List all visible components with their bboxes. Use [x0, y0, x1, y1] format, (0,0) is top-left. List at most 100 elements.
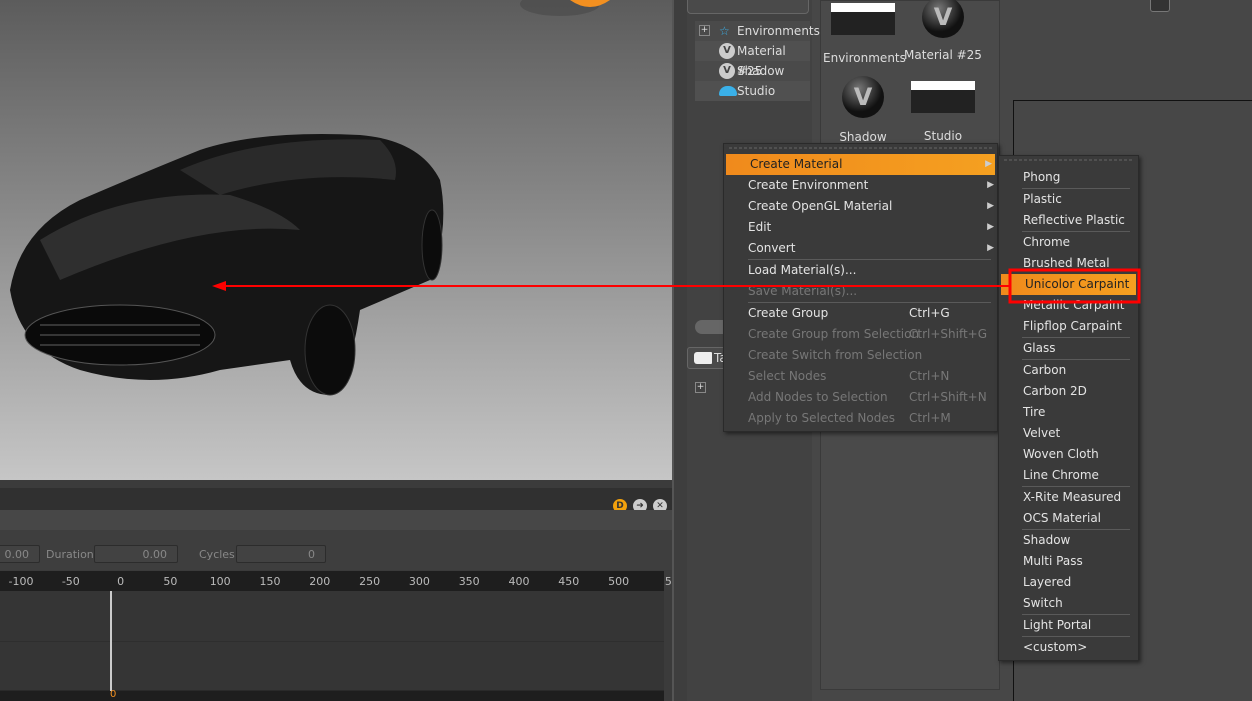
material-v-icon: V — [719, 63, 735, 79]
submenu-item-carbon[interactable]: Carbon — [999, 360, 1138, 381]
submenu-item-layered[interactable]: Layered — [999, 572, 1138, 593]
timeline-tracks[interactable] — [0, 591, 664, 691]
menu-item-label: Select Nodes — [748, 369, 827, 383]
ruler-tick-label: 250 — [359, 575, 381, 588]
menu-item-label: Glass — [1023, 341, 1056, 355]
menu-item-label: Create Environment — [748, 178, 869, 192]
tab-tags[interactable]: Ta — [687, 347, 727, 369]
menu-item-edit[interactable]: Edit ▶ — [724, 217, 997, 238]
search-input[interactable] — [687, 0, 809, 14]
time-cursor[interactable] — [110, 591, 112, 691]
submenu-item-velvet[interactable]: Velvet — [999, 423, 1138, 444]
menu-item-label: Convert — [748, 241, 796, 255]
menu-item-label: Save Material(s)... — [748, 284, 858, 298]
menu-item-convert[interactable]: Convert ▶ — [724, 238, 997, 259]
duration-field[interactable]: 0.00 — [94, 545, 178, 563]
menu-item-label: X-Rite Measured — [1023, 490, 1122, 504]
submenu-item-ocs-material[interactable]: OCS Material — [999, 508, 1138, 529]
material-ball-icon: V — [842, 76, 884, 118]
menu-item-label: Create Group — [748, 306, 829, 320]
submenu-item-unicolor-carpaint[interactable]: Unicolor Carpaint — [1001, 274, 1136, 295]
menu-item-create-environment[interactable]: Create Environment ▶ — [724, 175, 997, 196]
submenu-item-carbon-2d[interactable]: Carbon 2D — [999, 381, 1138, 402]
ruler-tick-label: 400 — [508, 575, 530, 588]
submenu-item-reflective-plastic[interactable]: Reflective Plastic — [999, 210, 1138, 231]
menu-item-label: Chrome — [1023, 235, 1071, 249]
submenu-item-chrome[interactable]: Chrome — [999, 232, 1138, 253]
duration-label: Duration — [46, 548, 94, 561]
3d-viewport[interactable] — [0, 0, 672, 480]
ruler-tick-label: 300 — [408, 575, 430, 588]
vertical-splitter[interactable] — [672, 0, 687, 701]
submenu-item-shadow[interactable]: Shadow — [999, 530, 1138, 551]
submenu-item-switch[interactable]: Switch — [999, 593, 1138, 614]
thumbnail-shadow[interactable]: V Shadow — [823, 76, 903, 144]
thumbnail-studio[interactable]: Studio — [903, 81, 983, 143]
studio-env-icon — [719, 86, 737, 96]
tag-button[interactable] — [1150, 0, 1170, 12]
start-field[interactable]: 0.00 — [0, 545, 40, 563]
menu-item-label: Create Material — [750, 157, 843, 171]
submenu-item-flipflop-carpaint[interactable]: Flipflop Carpaint — [999, 316, 1138, 337]
car-render — [10, 0, 610, 396]
menu-item-label: Metallic Carpaint — [1023, 298, 1125, 312]
current-frame: 0 — [110, 689, 117, 700]
ruler-tick-label: 350 — [458, 575, 480, 588]
menu-item-label: Create Group from Selection — [748, 327, 920, 341]
menu-item-label: Brushed Metal — [1023, 256, 1110, 270]
menu-item-apply-to-selected-nodes: Apply to Selected Nodes Ctrl+M — [724, 408, 997, 429]
ruler-tick-label: -100 — [8, 575, 34, 588]
menu-item-create-group[interactable]: Create Group Ctrl+G — [724, 303, 997, 324]
environment-preview — [831, 3, 895, 35]
menu-item-label: Multi Pass — [1023, 554, 1083, 568]
submenu-item-x-rite-measured[interactable]: X-Rite Measured — [999, 487, 1138, 508]
expand-icon[interactable]: + — [695, 382, 706, 393]
shortcut-label: Ctrl+G — [909, 306, 950, 320]
thumbnail-material-25[interactable]: V Material #25 — [903, 0, 983, 62]
frame-bar: 0 — [0, 689, 664, 701]
tree-item[interactable]: V Shadow — [695, 61, 810, 81]
submenu-item-metallic-carpaint[interactable]: Metallic Carpaint — [999, 295, 1138, 316]
submenu-item-custom[interactable]: <custom> — [999, 637, 1138, 658]
menu-item-save-material-s: Save Material(s)... — [724, 281, 997, 302]
submenu-item-tire[interactable]: Tire — [999, 402, 1138, 423]
menu-item-label: <custom> — [1023, 640, 1088, 654]
tree-item[interactable]: Studio — [695, 81, 810, 101]
submenu-item-brushed-metal[interactable]: Brushed Metal — [999, 253, 1138, 274]
menu-item-create-opengl-material[interactable]: Create OpenGL Material ▶ — [724, 196, 997, 217]
menu-item-label: Apply to Selected Nodes — [748, 411, 895, 425]
ruler-tick-label: 500 — [608, 575, 630, 588]
tag-icon — [694, 352, 712, 364]
cycles-field[interactable]: 0 — [236, 545, 326, 563]
menu-item-label: Light Portal — [1023, 618, 1092, 632]
tree-item[interactable]: V Material #25 — [695, 41, 810, 78]
menu-item-label: Load Material(s)... — [748, 263, 857, 277]
shortcut-label: Ctrl+M — [909, 411, 951, 425]
submenu-item-multi-pass[interactable]: Multi Pass — [999, 551, 1138, 572]
menu-item-label: Add Nodes to Selection — [748, 390, 888, 404]
timeline-ruler[interactable]: -100 -50 0 50 100 150 200 250 300 350 400 450 500 5 — [0, 571, 672, 591]
submenu-item-woven-cloth[interactable]: Woven Cloth — [999, 444, 1138, 465]
menu-item-label: Create Switch from Selection — [748, 348, 923, 362]
submenu-item-glass[interactable]: Glass — [999, 338, 1138, 359]
ruler-tick-label: 100 — [209, 575, 231, 588]
ruler-tick-label: 200 — [309, 575, 331, 588]
menu-item-label: Create OpenGL Material — [748, 199, 893, 213]
menu-item-create-switch-from-selection: Create Switch from Selection — [724, 345, 997, 366]
menu-item-create-material[interactable]: Create Material ▶ — [726, 154, 995, 175]
submenu-item-plastic[interactable]: Plastic — [999, 189, 1138, 210]
studio-preview — [911, 81, 975, 113]
submenu-arrow-icon: ▶ — [985, 159, 992, 169]
create-material-submenu: Phong Plastic Reflective Plastic Chrome Brus… — [998, 155, 1139, 661]
submenu-item-light-portal[interactable]: Light Portal — [999, 615, 1138, 636]
menu-item-create-group-from-selection: Create Group from Selection Ctrl+Shift+G — [724, 324, 997, 345]
tree-item[interactable]: + ☆ Environments — [695, 21, 820, 41]
menu-item-load-material-s[interactable]: Load Material(s)... — [724, 260, 997, 281]
submenu-item-phong[interactable]: Phong — [999, 167, 1138, 188]
timing-fields: 0.00 Duration 0.00 Cycles 0 — [0, 530, 672, 570]
expand-icon[interactable]: + — [699, 25, 710, 36]
submenu-item-line-chrome[interactable]: Line Chrome — [999, 465, 1138, 486]
cycles-label: Cycles — [199, 548, 235, 561]
thumbnail-environments[interactable]: Environments — [823, 3, 906, 65]
shortcut-label: Ctrl+Shift+G — [909, 327, 988, 341]
